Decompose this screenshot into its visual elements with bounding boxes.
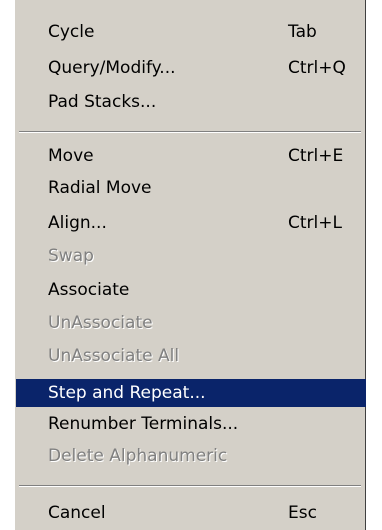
menu-item-shortcut: Tab <box>288 22 317 42</box>
menu-item-cycle[interactable]: Cycle Tab <box>16 19 366 45</box>
menu-item-radial-move[interactable]: Radial Move <box>16 175 366 201</box>
menu-item-unassociate: UnAssociate <box>16 310 366 336</box>
menu-item-renumber-terminals[interactable]: Renumber Terminals... <box>16 411 366 437</box>
menu-item-align[interactable]: Align... Ctrl+L <box>16 210 366 236</box>
menu-item-cancel[interactable]: Cancel Esc <box>16 500 366 526</box>
menu-item-label: Pad Stacks... <box>48 92 157 112</box>
menu-item-move[interactable]: Move Ctrl+E <box>16 143 366 169</box>
menu-item-query-modify[interactable]: Query/Modify... Ctrl+Q <box>16 55 366 81</box>
menu-item-delete-alphanumeric: Delete Alphanumeric <box>16 443 366 469</box>
menu-item-label: Query/Modify... <box>48 58 176 78</box>
menu-item-associate[interactable]: Associate <box>16 277 366 303</box>
menu-item-label: Radial Move <box>48 178 152 198</box>
menu-item-label: Delete Alphanumeric <box>48 446 228 466</box>
menu-item-swap: Swap <box>16 243 366 269</box>
menu-item-shortcut: Ctrl+Q <box>288 58 346 78</box>
menu-item-label: Swap <box>48 246 94 266</box>
menu-separator <box>19 131 361 133</box>
menu-separator <box>19 485 361 487</box>
menu-item-step-and-repeat[interactable]: Step and Repeat... <box>16 379 366 407</box>
menu-item-shortcut: Ctrl+E <box>288 146 344 166</box>
menu-item-unassociate-all: UnAssociate All <box>16 343 366 369</box>
menu-item-pad-stacks[interactable]: Pad Stacks... <box>16 89 366 115</box>
menu-item-label: Cancel <box>48 503 106 523</box>
menu-item-label: Associate <box>48 280 130 300</box>
menu-item-label: Align... <box>48 213 107 233</box>
menu-item-label: UnAssociate All <box>48 346 180 366</box>
menu-item-label: Move <box>48 146 94 166</box>
menu-item-label: Renumber Terminals... <box>48 414 239 434</box>
menu-item-label: Cycle <box>48 22 95 42</box>
menu-item-shortcut: Ctrl+L <box>288 213 342 233</box>
menu-item-label: UnAssociate <box>48 313 153 333</box>
menu-item-label: Step and Repeat... <box>48 383 206 403</box>
edit-context-menu: Cycle Tab Query/Modify... Ctrl+Q Pad Sta… <box>14 0 366 530</box>
menu-item-shortcut: Esc <box>288 503 317 523</box>
